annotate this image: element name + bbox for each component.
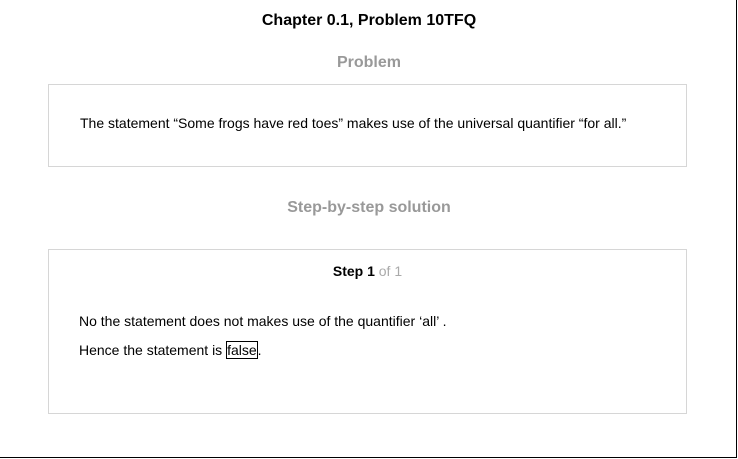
problem-heading: Problem xyxy=(336,54,401,71)
step-header: Step 1 of 1 xyxy=(49,263,686,279)
step-label: Step 1 xyxy=(332,263,375,279)
step-text-line-1: No the statement does not makes use of t… xyxy=(79,313,447,329)
problem-card: The statement “Some frogs have red toes”… xyxy=(48,84,687,167)
conclusion-prefix: Hence the statement is xyxy=(79,342,227,358)
conclusion-suffix: . xyxy=(257,342,262,358)
step-text-line-2: Hence the statement is false. xyxy=(79,341,262,359)
problem-statement: The statement “Some frogs have red toes”… xyxy=(80,115,627,131)
step-count: of 1 xyxy=(378,263,403,279)
page-title: Chapter 0.1, Problem 10TFQ xyxy=(261,12,477,29)
solution-heading: Step-by-step solution xyxy=(287,199,451,216)
step-card: Step 1 of 1 No the statement does not ma… xyxy=(48,249,687,414)
boxed-answer: false xyxy=(226,341,258,359)
